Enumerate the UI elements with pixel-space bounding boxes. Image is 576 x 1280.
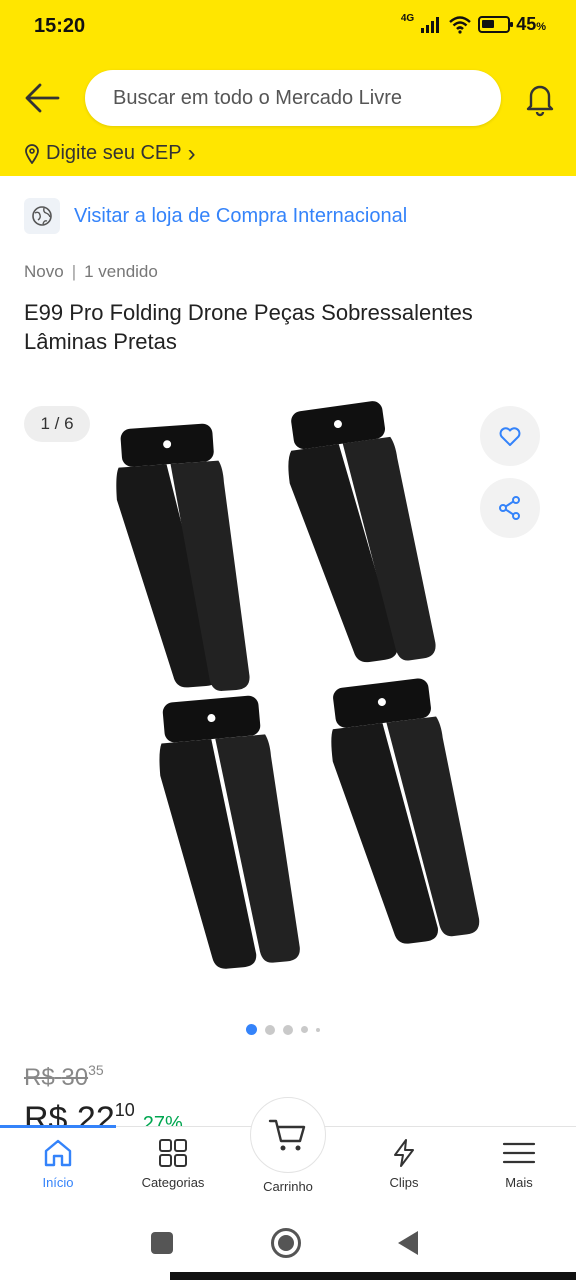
- search-placeholder: Buscar em todo o Mercado Livre: [113, 86, 403, 109]
- nav-label: Clips: [389, 1175, 419, 1190]
- international-store-icon: [24, 198, 60, 234]
- status-bar: 15:20 4G 45%: [0, 0, 576, 52]
- chevron-right-icon: ›: [187, 139, 196, 167]
- cart-button[interactable]: [250, 1097, 326, 1173]
- meta-separator: |: [71, 262, 77, 281]
- status-time: 15:20: [34, 15, 86, 37]
- gesture-bar: [170, 1272, 576, 1280]
- nav-label: Início: [42, 1175, 74, 1190]
- nav-label: Mais: [505, 1175, 533, 1190]
- home-button-icon[interactable]: [271, 1228, 301, 1258]
- pagination-dot[interactable]: [283, 1024, 293, 1035]
- cep-link[interactable]: Digite seu CEP ›: [24, 139, 196, 167]
- gallery-counter: 1 / 6: [24, 406, 90, 442]
- share-icon: [499, 496, 520, 520]
- recents-icon[interactable]: [151, 1232, 173, 1254]
- back-triangle-icon[interactable]: [398, 1231, 418, 1255]
- battery-icon: [478, 16, 514, 33]
- cep-label: Digite seu CEP: [46, 142, 182, 164]
- product-meta: Novo | 1 vendido: [24, 262, 158, 282]
- nav-label: Carrinho: [263, 1179, 313, 1194]
- menu-icon: [502, 1142, 536, 1164]
- bell-icon[interactable]: [520, 78, 560, 118]
- bottom-navigation: Início Categorias Carrinho Clips Mais: [0, 1097, 576, 1206]
- cart-icon: [268, 1119, 306, 1151]
- gallery-pagination: [0, 1024, 576, 1035]
- share-button[interactable]: [480, 478, 540, 538]
- nav-label: Categorias: [141, 1175, 205, 1190]
- signal-icon: [421, 16, 440, 33]
- nav-item-inicio[interactable]: Início: [8, 1137, 108, 1190]
- nav-item-mais[interactable]: Mais: [469, 1137, 569, 1190]
- network-type: 4G: [400, 13, 415, 24]
- condition-label: Novo: [24, 262, 64, 281]
- current-price: R$ 221027%: [24, 1100, 183, 1126]
- favorite-button[interactable]: [480, 406, 540, 466]
- product-image[interactable]: [100, 400, 480, 980]
- battery-level: 45%: [516, 14, 546, 34]
- heart-icon: [499, 427, 521, 446]
- status-icons: 4G 45%: [400, 13, 546, 35]
- location-pin-icon: [25, 143, 39, 164]
- wifi-icon: [449, 15, 472, 34]
- search-input[interactable]: Buscar em todo o Mercado Livre: [85, 70, 501, 126]
- store-link[interactable]: Visitar a loja de Compra Internacional: [24, 198, 407, 234]
- system-navigation: [0, 1206, 576, 1280]
- app-header: 15:20 4G 45% Buscar em todo o Mercado Li…: [0, 0, 576, 176]
- nav-item-categorias[interactable]: Categorias: [123, 1137, 223, 1190]
- grid-icon: [159, 1139, 187, 1167]
- sold-count: 1 vendido: [84, 262, 158, 281]
- bolt-icon: [394, 1139, 414, 1167]
- product-title: E99 Pro Folding Drone Peças Sobressalent…: [24, 300, 473, 354]
- discount-label: 27%: [142, 1113, 183, 1126]
- back-arrow-icon[interactable]: [22, 78, 62, 118]
- original-price: R$ 3035: [24, 1062, 104, 1091]
- store-link-text: Visitar a loja de Compra Internacional: [74, 204, 408, 227]
- pagination-dot-active[interactable]: [246, 1024, 257, 1035]
- pagination-dot[interactable]: [301, 1026, 308, 1033]
- pagination-dot[interactable]: [265, 1024, 275, 1035]
- pagination-dot[interactable]: [316, 1027, 320, 1032]
- nav-item-clips[interactable]: Clips: [354, 1137, 454, 1190]
- home-icon: [44, 1139, 72, 1167]
- active-tab-indicator: [0, 1125, 116, 1128]
